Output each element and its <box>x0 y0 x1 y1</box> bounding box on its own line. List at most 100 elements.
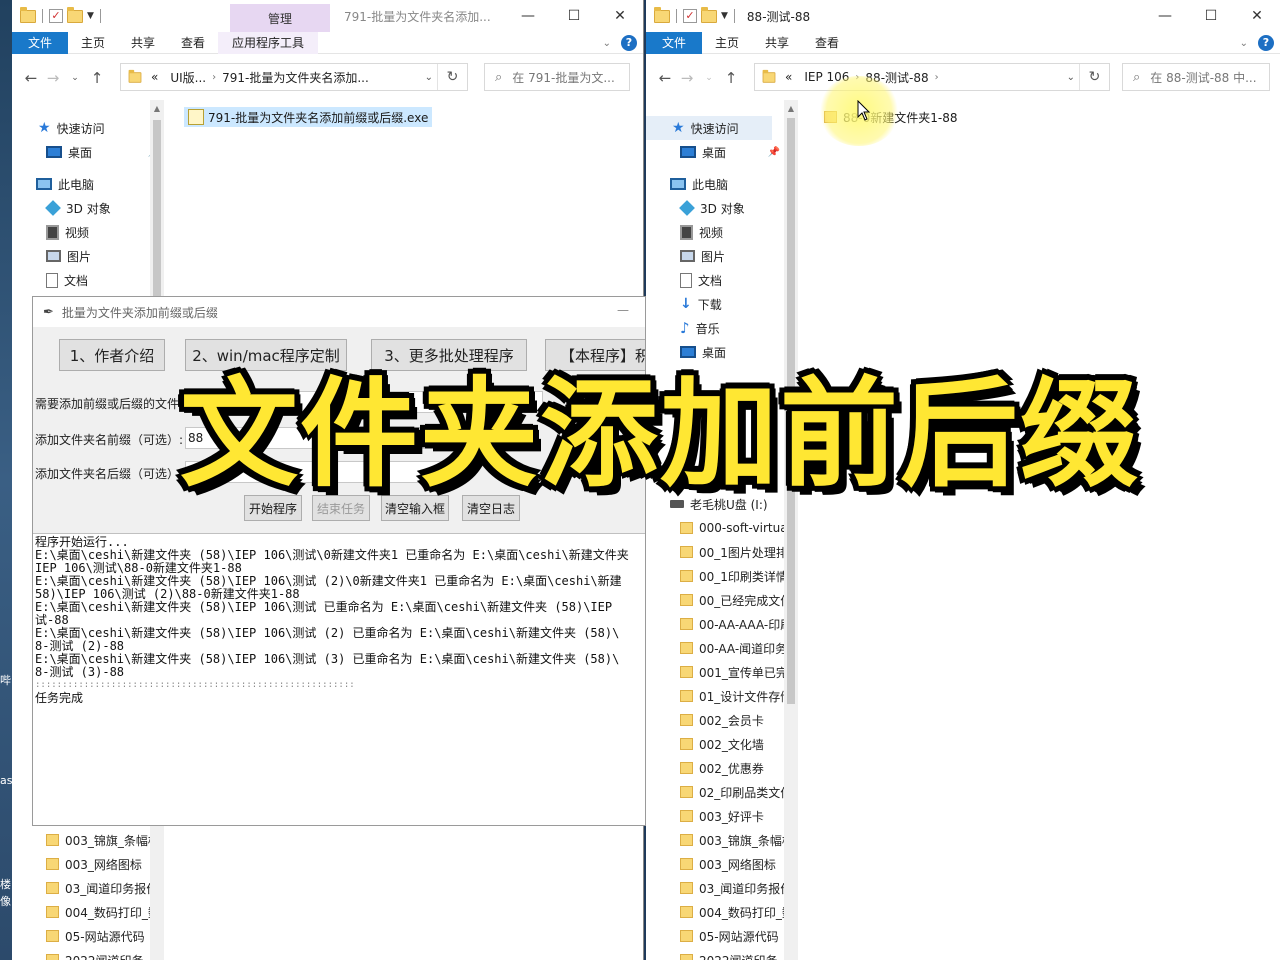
chevron-down-icon[interactable]: ⌄ <box>425 72 433 83</box>
tab-home[interactable]: 主页 <box>702 32 752 54</box>
nav-folder[interactable]: 000-soft-virtual <box>680 516 786 540</box>
nav-pictures[interactable]: 图片 <box>680 244 725 268</box>
log-output[interactable]: 程序开始运行... E:\桌面\ceshi\新建文件夹 (58)\IEP 106\… <box>33 533 645 825</box>
nav-folder[interactable]: 003_网络图标 <box>46 852 142 876</box>
tab-share[interactable]: 共享 <box>752 32 802 54</box>
tab-home[interactable]: 主页 <box>68 32 118 54</box>
recent-chevron-icon[interactable]: ⌄ <box>64 73 86 83</box>
properties-icon[interactable]: ✓ <box>683 9 697 23</box>
tab-share[interactable]: 共享 <box>118 32 168 54</box>
nav-folder[interactable]: 2022闻道印务 <box>46 948 144 960</box>
folder-icon <box>680 714 693 726</box>
up-arrow-icon[interactable]: ↑ <box>86 69 108 87</box>
pin-icon[interactable]: 📌 <box>768 147 780 158</box>
close-icon[interactable]: ✕ <box>1234 0 1280 32</box>
tab-manage[interactable]: 管理 <box>230 4 330 32</box>
nav-videos[interactable]: 视频 <box>680 220 723 244</box>
search-input[interactable]: ⌕ 在 791-批量为文... <box>484 63 630 91</box>
nav-documents[interactable]: 文档 <box>46 268 88 292</box>
nav-folder[interactable]: 05-网站源代码 <box>680 924 779 948</box>
nav-folder[interactable]: 00-AA-AAA-印刷 <box>680 612 786 636</box>
folder-icon <box>46 954 59 960</box>
forward-arrow-icon[interactable]: → <box>676 69 698 87</box>
expand-ribbon-icon[interactable]: ⌄ <box>603 38 611 49</box>
chevron-down-icon[interactable]: ▼ <box>721 11 728 21</box>
back-arrow-icon[interactable]: ← <box>654 69 676 87</box>
breadcrumb-item[interactable]: UI版... <box>170 69 206 86</box>
scroll-up-icon[interactable]: ▲ <box>784 104 798 113</box>
address-bar[interactable]: « IEP 106 › 88-测试-88 › ⌄ ↻ <box>754 63 1110 91</box>
tab-file[interactable]: 文件 <box>646 31 703 54</box>
feather-icon: ✒ <box>43 304 54 320</box>
scroll-up-icon[interactable]: ▲ <box>150 104 164 113</box>
nav-folder[interactable]: 00_已经完成文件 <box>680 588 786 612</box>
nav-folder[interactable]: 002_会员卡 <box>680 708 764 732</box>
nav-folder[interactable]: 2022闻道印务 <box>680 948 778 960</box>
search-icon: ⌕ <box>1133 69 1141 85</box>
nav-folder[interactable]: 003_好评卡 <box>680 804 764 828</box>
nav-folder[interactable]: 00_1印刷类详情 <box>680 564 786 588</box>
tab-file[interactable]: 文件 <box>12 31 69 54</box>
nav-folder[interactable]: 003_网络图标 <box>680 852 776 876</box>
minimize-icon[interactable]: — <box>617 303 629 317</box>
nav-desktop[interactable]: 桌面📌 <box>46 140 166 164</box>
tab-app-tools[interactable]: 应用程序工具 <box>218 31 319 54</box>
chevron-down-icon[interactable]: ⌄ <box>1067 72 1075 83</box>
nav-folder[interactable]: 00-AA-闻道印务 <box>680 636 786 660</box>
nav-folder[interactable]: 004_数码打印_数 <box>46 900 160 924</box>
chevron-down-icon[interactable]: ▼ <box>87 11 94 21</box>
nav-documents[interactable]: 文档 <box>680 268 722 292</box>
forward-arrow-icon[interactable]: → <box>42 69 64 87</box>
nav-folder[interactable]: 004_数码打印_数 <box>680 900 786 924</box>
close-icon[interactable]: ✕ <box>597 0 643 32</box>
nav-this-pc[interactable]: 此电脑 <box>670 172 728 196</box>
tab-view[interactable]: 查看 <box>168 32 218 54</box>
file-item-exe[interactable]: 791-批量为文件夹名添加前缀或后缀.exe <box>184 107 433 127</box>
expand-ribbon-icon[interactable]: ⌄ <box>1240 38 1248 49</box>
search-input[interactable]: ⌕ 在 88-测试-88 中... <box>1122 63 1270 91</box>
nav-folder[interactable]: 003_锦旗_条幅样 <box>680 828 786 852</box>
minimize-icon[interactable]: — <box>505 0 551 32</box>
navigation-bar: ← → ⌄ ↑ « UI版... › 791-批量为文件夹名添加... ⌄ ↻ … <box>12 58 643 98</box>
nav-folder[interactable]: 05-网站源代码 <box>46 924 145 948</box>
nav-folder[interactable]: 002_文化墙 <box>680 732 764 756</box>
breadcrumb-item[interactable]: 791-批量为文件夹名添加... <box>222 69 369 86</box>
nav-3d-objects[interactable]: 3D 对象 <box>45 196 111 220</box>
nav-downloads[interactable]: ↓ 下载 <box>680 292 722 316</box>
nav-folder[interactable]: 03_闻道印务报价 <box>46 876 158 900</box>
properties-icon[interactable]: ✓ <box>49 9 63 23</box>
nav-folder[interactable]: 00_1图片处理排 <box>680 540 786 564</box>
nav-folder[interactable]: 003_锦旗_条幅样 <box>46 828 160 852</box>
folder-icon <box>46 834 59 846</box>
refresh-icon[interactable]: ↻ <box>437 64 467 90</box>
help-icon[interactable]: ? <box>1258 35 1274 51</box>
nav-folder[interactable]: 002_优惠券 <box>680 756 764 780</box>
nav-music[interactable]: ♪ 音乐 <box>680 316 720 340</box>
folder-icon <box>46 858 59 870</box>
nav-quick-access[interactable]: ★ 快速访问 <box>646 116 772 140</box>
refresh-icon[interactable]: ↻ <box>1079 64 1109 90</box>
nav-this-pc[interactable]: 此电脑 <box>36 172 94 196</box>
nav-3d-objects[interactable]: 3D 对象 <box>679 196 745 220</box>
nav-folder[interactable]: 001_宣传单已完 <box>680 660 786 684</box>
nav-folder[interactable]: 01_设计文件存储 <box>680 684 786 708</box>
nav-folder[interactable]: 02_印刷品类文件 <box>680 780 786 804</box>
ribbon-tabs: 文件 主页 共享 查看 应用程序工具 ⌄ ? <box>12 31 643 54</box>
new-folder-icon[interactable] <box>701 6 717 23</box>
back-arrow-icon[interactable]: ← <box>20 69 42 87</box>
recent-chevron-icon[interactable]: ⌄ <box>698 73 720 83</box>
new-folder-icon[interactable] <box>67 6 83 23</box>
nav-desktop[interactable]: 桌面📌 <box>680 140 786 164</box>
nav-pictures[interactable]: 图片 <box>46 244 91 268</box>
tab-view[interactable]: 查看 <box>802 32 852 54</box>
help-icon[interactable]: ? <box>621 35 637 51</box>
nav-quick-access[interactable]: ★ 快速访问 <box>38 116 105 140</box>
address-bar[interactable]: « UI版... › 791-批量为文件夹名添加... ⌄ ↻ <box>120 63 468 91</box>
nav-videos[interactable]: 视频 <box>46 220 89 244</box>
maximize-icon[interactable]: ☐ <box>1188 0 1234 32</box>
minimize-icon[interactable]: — <box>1142 0 1188 32</box>
nav-scrollbar[interactable]: ▲ <box>784 100 798 960</box>
up-arrow-icon[interactable]: ↑ <box>720 69 742 87</box>
nav-folder[interactable]: 03_闻道印务报价 <box>680 876 786 900</box>
maximize-icon[interactable]: ☐ <box>551 0 597 32</box>
